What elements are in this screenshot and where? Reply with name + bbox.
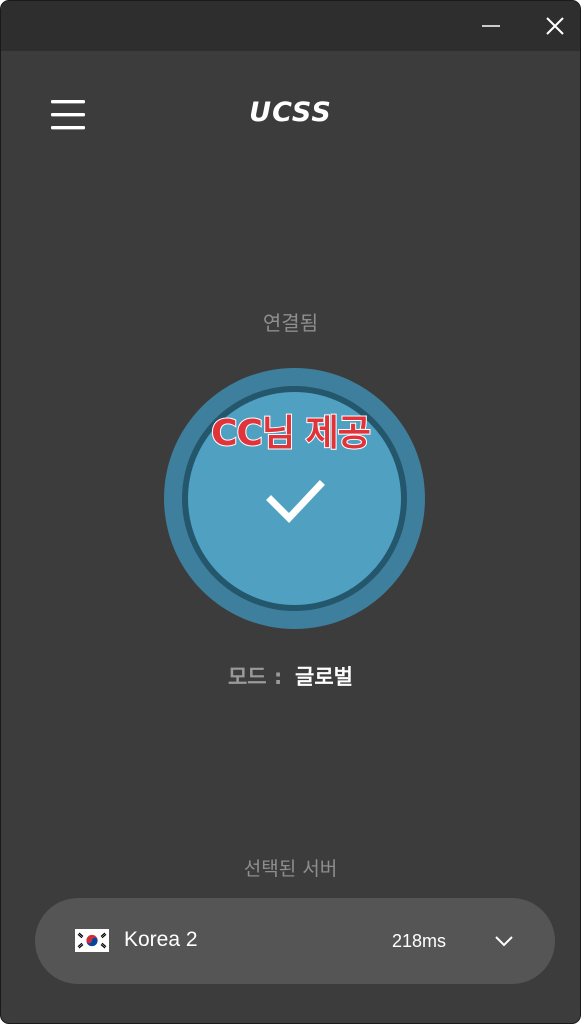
server-latency: 218ms bbox=[392, 931, 447, 951]
title-bar bbox=[1, 1, 580, 51]
server-selector[interactable]: Korea 2 218ms bbox=[35, 898, 555, 984]
close-button[interactable] bbox=[530, 1, 580, 51]
mode-indicator: 모드 : 글로벌 bbox=[1, 661, 580, 691]
server-name: Korea 2 bbox=[124, 928, 198, 951]
minimize-button[interactable] bbox=[466, 1, 516, 51]
app-logo: UCSS bbox=[249, 97, 332, 128]
watermark-text: CC님 제공 bbox=[210, 412, 372, 455]
chevron-down-icon bbox=[495, 936, 513, 947]
south-korea-flag-icon bbox=[75, 929, 109, 952]
app-window: UCSS 연결됨 CC님 제공 모드 : 글로벌 선택된 서버 Korea 2 … bbox=[0, 0, 581, 1024]
mode-value: 글로벌 bbox=[295, 665, 353, 689]
minimize-icon bbox=[482, 25, 500, 27]
connection-status: 연결됨 bbox=[262, 311, 319, 335]
mode-label: 모드 : bbox=[227, 665, 283, 689]
selected-server-caption: 선택된 서버 bbox=[243, 858, 338, 880]
close-icon bbox=[546, 17, 564, 35]
